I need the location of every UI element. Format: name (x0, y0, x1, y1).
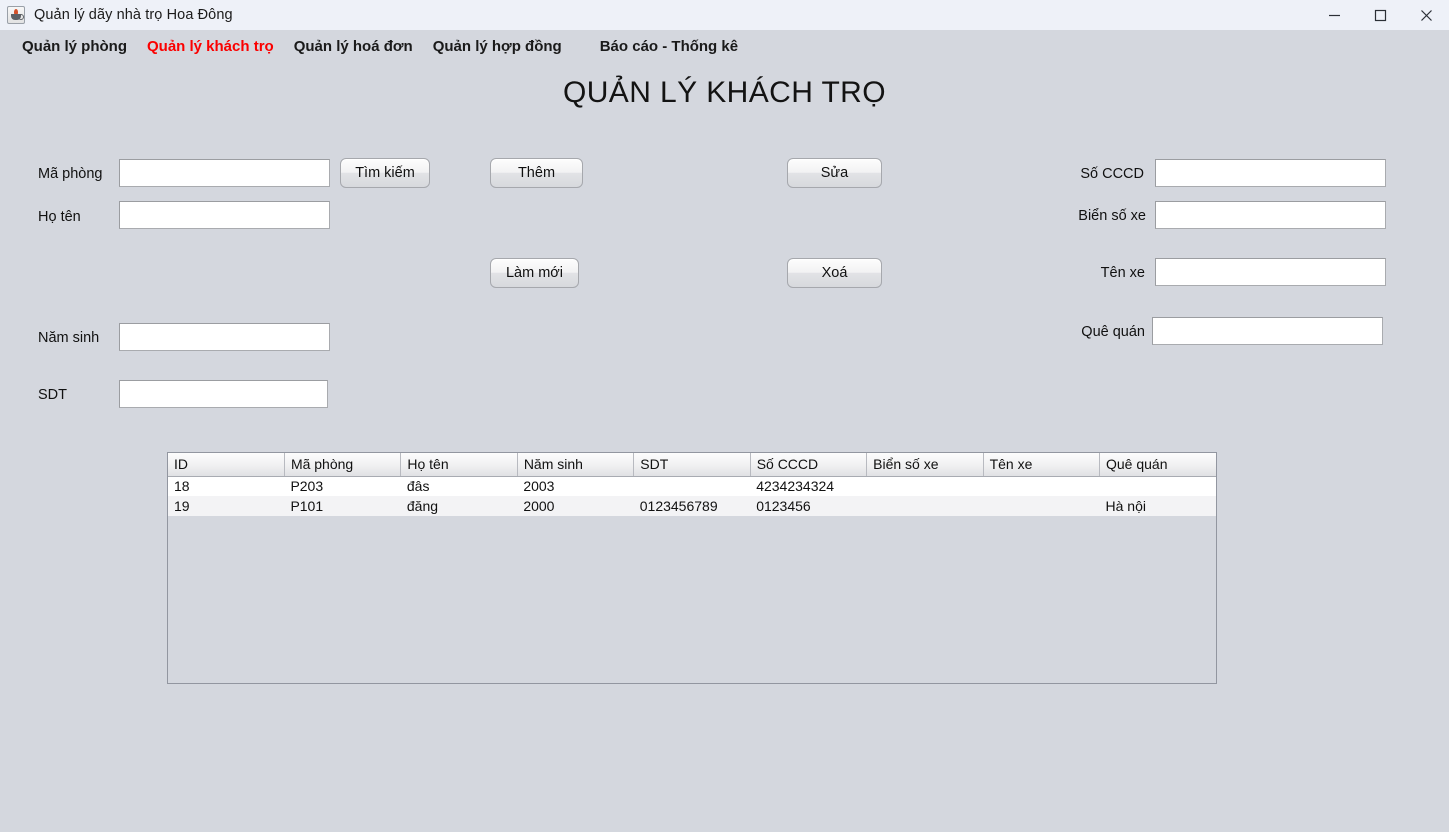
table-header-row: ID Mã phòng Họ tên Năm sinh SDT Số CCCD … (168, 453, 1216, 477)
input-so-cccd[interactable] (1155, 159, 1386, 187)
cell-sdt (633, 476, 751, 496)
input-sdt[interactable] (119, 380, 328, 408)
menu-item-bao-cao-thong-ke[interactable]: Báo cáo - Thống kê (590, 35, 748, 58)
cell-bien-so-xe (866, 476, 984, 496)
input-que-quan[interactable] (1152, 317, 1383, 345)
cell-ho-ten: đăng (400, 496, 518, 516)
delete-button[interactable]: Xoá (787, 258, 882, 288)
khach-tro-table: ID Mã phòng Họ tên Năm sinh SDT Số CCCD … (168, 453, 1216, 516)
cell-so-cccd: 0123456 (750, 496, 867, 516)
search-button[interactable]: Tìm kiếm (340, 158, 430, 188)
cell-ho-ten: đâs (400, 476, 518, 496)
input-nam-sinh[interactable] (119, 323, 330, 351)
column-header-sdt[interactable]: SDT (633, 453, 751, 477)
cell-ma-phong: P101 (284, 496, 401, 516)
close-button[interactable] (1403, 0, 1449, 30)
edit-button[interactable]: Sửa (787, 158, 882, 188)
menu-item-quan-ly-hop-dong[interactable]: Quản lý hợp đồng (423, 35, 572, 58)
cell-id: 19 (168, 496, 285, 516)
table-row[interactable]: 18 P203 đâs 2003 4234234324 (168, 476, 1216, 496)
refresh-button[interactable]: Làm mới (490, 258, 579, 288)
table-row[interactable]: 19 P101 đăng 2000 0123456789 0123456 Hà … (168, 496, 1216, 516)
label-bien-so-xe: Biển số xe (1078, 208, 1146, 224)
cell-id: 18 (168, 476, 285, 496)
column-header-id[interactable]: ID (168, 453, 285, 477)
cell-ma-phong: P203 (284, 476, 401, 496)
column-header-bien-so-xe[interactable]: Biển số xe (866, 453, 984, 477)
menu-item-quan-ly-hoa-don[interactable]: Quản lý hoá đơn (284, 35, 423, 58)
window-controls (1311, 0, 1449, 30)
input-ten-xe[interactable] (1155, 258, 1386, 286)
column-header-ma-phong[interactable]: Mã phòng (284, 453, 402, 477)
column-header-so-cccd[interactable]: Số CCCD (750, 453, 868, 477)
label-nam-sinh: Năm sinh (38, 330, 100, 346)
label-so-cccd: Số CCCD (1080, 166, 1144, 182)
cell-nam-sinh: 2003 (517, 476, 634, 496)
cell-sdt: 0123456789 (633, 496, 751, 516)
input-ho-ten[interactable] (119, 201, 330, 229)
java-coffee-cup-icon (7, 6, 25, 24)
column-header-nam-sinh[interactable]: Năm sinh (517, 453, 635, 477)
add-button[interactable]: Thêm (490, 158, 583, 188)
label-sdt: SDT (38, 387, 67, 403)
column-header-que-quan[interactable]: Quê quán (1099, 453, 1216, 477)
cell-nam-sinh: 2000 (517, 496, 634, 516)
main-menubar: Quản lý phòng Quản lý khách trọ Quản lý … (0, 30, 1449, 62)
cell-so-cccd: 4234234324 (750, 476, 867, 496)
label-ten-xe: Tên xe (1100, 265, 1145, 281)
label-que-quan: Quê quán (1081, 324, 1145, 340)
maximize-button[interactable] (1357, 0, 1403, 30)
label-ho-ten: Họ tên (38, 209, 81, 225)
window-title: Quản lý dãy nhà trọ Hoa Đông (34, 7, 233, 23)
input-bien-so-xe[interactable] (1155, 201, 1386, 229)
cell-ten-xe (983, 476, 1100, 496)
column-header-ten-xe[interactable]: Tên xe (983, 453, 1101, 477)
input-ma-phong[interactable] (119, 159, 330, 187)
window-titlebar: Quản lý dãy nhà trọ Hoa Đông (0, 0, 1449, 30)
cell-ten-xe (983, 496, 1100, 516)
cell-bien-so-xe (866, 496, 984, 516)
column-header-ho-ten[interactable]: Họ tên (400, 453, 518, 477)
menu-item-quan-ly-phong[interactable]: Quản lý phòng (12, 35, 137, 58)
page-title: QUẢN LÝ KHÁCH TRỌ (563, 76, 886, 109)
cell-que-quan (1099, 476, 1216, 496)
label-ma-phong: Mã phòng (38, 166, 103, 182)
menu-item-quan-ly-khach-tro[interactable]: Quản lý khách trọ (137, 35, 284, 58)
minimize-button[interactable] (1311, 0, 1357, 30)
cell-que-quan: Hà nội (1099, 496, 1216, 516)
khach-tro-table-panel[interactable]: ID Mã phòng Họ tên Năm sinh SDT Số CCCD … (167, 452, 1217, 684)
table-empty-area (168, 517, 1216, 683)
